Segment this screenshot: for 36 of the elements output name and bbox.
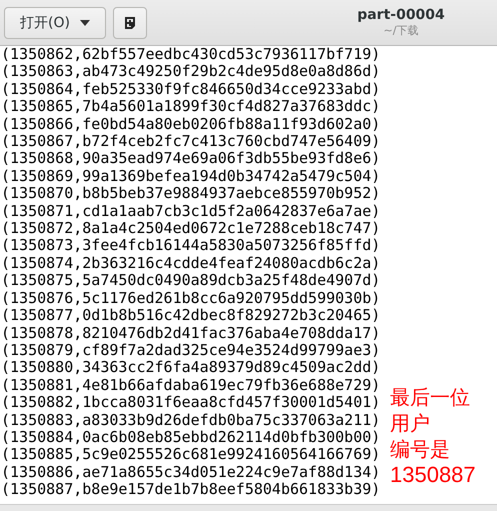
text-line: (1350880,34363cc2f6fa4a89379d89c4509ac2dd) bbox=[1, 359, 380, 377]
text-line: (1350867,b72f4ceb2fc7c413c760cbd747e56409) bbox=[1, 133, 380, 150]
text-line: (1350872,8a1a4c2504ed0672c1e7288ceb18c747) bbox=[1, 220, 380, 238]
file-path: ~/下载 bbox=[384, 23, 418, 38]
text-line: (1350879,cf89f7a2dad325ce94e3524d99799ae3) bbox=[1, 342, 380, 360]
text-line: (1350873,3fee4fcb16144a5830a5073256f85ffd) bbox=[1, 237, 380, 255]
text-line: (1350864,feb525330f9fc846650d34cce9233abd) bbox=[1, 80, 380, 98]
caret-icon bbox=[80, 20, 90, 26]
text-line: (1350865,7b4a5601a1899f30cf4d827a37683ddc) bbox=[1, 98, 380, 116]
open-button[interactable]: 打开(O) bbox=[4, 6, 106, 38]
text-line: (1350885,5c9e0255526c681e9924160564166769) bbox=[1, 446, 380, 464]
text-line: (1350878,8210476db2d41fac376aba4e708dda17) bbox=[1, 324, 380, 342]
text-line: (1350874,2b363216c4cdde4feaf24080acdb6c2a) bbox=[1, 254, 380, 272]
text-line: (1350868,90a35ead974e69a06f3db55be93fd8e6) bbox=[1, 150, 380, 168]
text-line: (1350883,a83033b9d26defdb0ba75c337063a211) bbox=[1, 412, 380, 429]
text-line: (1350875,5a7450dc0490a89dcb3a25f48de4907d) bbox=[1, 272, 380, 290]
text-line: (1350863,ab473c49250f29b2c4de95d8e0a8d86d) bbox=[1, 63, 380, 81]
annotation-text: 1350887 bbox=[390, 462, 476, 488]
new-document-icon bbox=[122, 14, 138, 30]
text-line: (1350886,ae71a8655c34d051e224c9e7af88d134) bbox=[1, 464, 380, 482]
annotation-text: 用户 bbox=[390, 410, 431, 436]
text-line: (1350881,4e81b66afdaba619ec79fb36e688e729) bbox=[1, 376, 380, 394]
text-line: (1350869,99a1369befea194d0b34742a5479c504) bbox=[1, 168, 380, 186]
annotation-text: 编号是 bbox=[390, 436, 451, 462]
text-line: (1350866,fe0bd54a80eb0206fb88a11f93d602a0) bbox=[1, 116, 380, 134]
text-line: (1350876,5c1176ed261b8cc6a920795dd599030b) bbox=[1, 290, 380, 308]
new-document-button[interactable] bbox=[113, 6, 147, 38]
text-line: (1350871,cd1a1aab7cb3c1d5f2a0642837e6a7ae) bbox=[1, 202, 380, 220]
text-line: (1350862,62bf557eedbc430cd53c7936117bf719) bbox=[1, 46, 380, 64]
text-line: (1350884,0ac6b08eb85ebbd262114d0bfb300b00) bbox=[1, 428, 380, 446]
text-line: (1350882,1bcca8031f6eaa8cfd457f30001d5401) bbox=[1, 394, 380, 412]
annotation-text: 最后一位 bbox=[390, 384, 471, 410]
text-line: (1350887,b8e9e157de1b7b8eef5804b661833b39) bbox=[1, 481, 380, 499]
window-title: part-00004 bbox=[357, 7, 445, 23]
text-line: (1350870,b8b5beb37e9884937aebce855970b952) bbox=[1, 185, 380, 203]
text-line: (1350877,0d1b8b516c42dbec8f829272b3c20465) bbox=[1, 307, 380, 324]
